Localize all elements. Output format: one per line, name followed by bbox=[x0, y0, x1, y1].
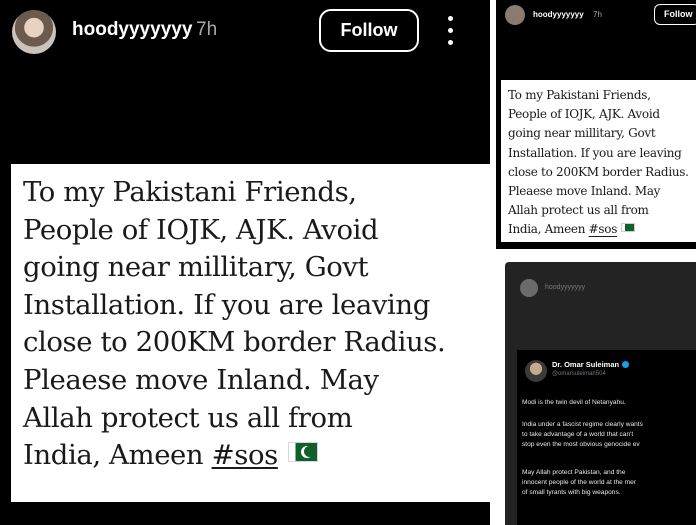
thumb-avatar bbox=[505, 5, 525, 25]
thumb-story-text: To my Pakistani Friends, People of IOJK,… bbox=[508, 86, 696, 240]
story-text: To my Pakistani Friends, People of IOJK,… bbox=[23, 174, 490, 475]
tweet-paragraph: May Allah protect Pakistan, and the inno… bbox=[522, 468, 636, 498]
post-time: 7h bbox=[196, 19, 218, 40]
text-line: Installation. If you are leaving bbox=[23, 288, 430, 321]
tweet-line: May Allah protect Pakistan, and the bbox=[522, 469, 626, 476]
thumb-follow-button: Follow bbox=[654, 4, 696, 25]
text-line: People of IOJK, AJK. Avoid bbox=[23, 213, 379, 246]
thumb-username: hoodyyyyyyy bbox=[533, 10, 584, 19]
pakistan-flag-icon bbox=[621, 223, 636, 233]
text-line: Pleaese move Inland. May bbox=[23, 363, 379, 396]
thumb2-username: hoodyyyyyyy bbox=[545, 284, 586, 291]
tweet-line: to take advantage of a world that can't bbox=[522, 431, 634, 438]
tweet-line: India under a fascist regime clearly wan… bbox=[522, 421, 643, 428]
verified-badge-icon bbox=[622, 361, 630, 368]
thumb-text-line: close to 200KM border Radius. bbox=[508, 164, 689, 179]
pakistan-flag-icon bbox=[287, 442, 318, 463]
thumb-text-line-last: India, Ameen #sos bbox=[508, 220, 696, 239]
follow-button[interactable]: Follow bbox=[319, 9, 419, 52]
thumb-text-card: To my Pakistani Friends, People of IOJK,… bbox=[501, 80, 696, 242]
tweet-line: stop even the most obvious genocide ev bbox=[522, 441, 640, 448]
thumbnail-story-bottom[interactable]: hoodyyyyyyy Dr. Omar Suleiman @omarsulei… bbox=[505, 262, 696, 525]
tweet-author-name: Dr. Omar Suleiman bbox=[552, 360, 620, 369]
text-line: close to 200KM border Radius. bbox=[23, 326, 446, 359]
tweet-line: of small tyrants with big weapons. bbox=[522, 489, 621, 496]
thumb-text-line: going near millitary, Govt bbox=[508, 126, 656, 141]
story-header: hoodyyyyyyy 7h Follow bbox=[0, 0, 490, 64]
text-line: Allah protect us all from bbox=[23, 401, 353, 434]
tweet-paragraph: Modi is the twin devil of Netanyahu. bbox=[522, 399, 626, 406]
tweet-author: Dr. Omar Suleiman bbox=[552, 360, 630, 369]
username[interactable]: hoodyyyyyyy bbox=[72, 19, 192, 41]
thumb-text-line: People of IOJK, AJK. Avoid bbox=[508, 107, 660, 122]
thumb-text-line: India, Ameen bbox=[508, 222, 589, 237]
thumb-text-line: To my Pakistani Friends, bbox=[508, 88, 651, 102]
tweet-handle: @omarsuleiman504 bbox=[552, 371, 606, 377]
thumb2-avatar bbox=[520, 279, 538, 297]
more-options-icon[interactable] bbox=[441, 14, 461, 48]
tweet-avatar bbox=[525, 360, 547, 382]
thumb-text-line: Allah protect us all from bbox=[508, 203, 649, 218]
hashtag-link[interactable]: #sos bbox=[212, 439, 279, 471]
text-line: To my Pakistani Friends, bbox=[23, 176, 357, 208]
thumb-text-line: Pleaese move Inland. May bbox=[508, 184, 661, 199]
tweet-paragraph: India under a fascist regime clearly wan… bbox=[522, 420, 643, 450]
tweet-screenshot: Dr. Omar Suleiman @omarsuleiman504 Modi … bbox=[517, 350, 696, 525]
thumb-text-line: Installation. If you are leaving bbox=[508, 145, 682, 160]
main-story-panel: hoodyyyyyyy 7h Follow To my Pakistani Fr… bbox=[0, 0, 490, 525]
text-line-last: India, Ameen #sos bbox=[23, 437, 490, 475]
text-line: going near millitary, Govt bbox=[23, 251, 369, 284]
avatar[interactable] bbox=[12, 10, 56, 54]
thumb-hashtag: #sos bbox=[588, 222, 618, 237]
thumb-post-time: 7h bbox=[593, 10, 602, 19]
tweet-line: innocent people of the world at the mer bbox=[522, 479, 636, 486]
story-text-card: To my Pakistani Friends, People of IOJK,… bbox=[11, 164, 490, 502]
text-line: India, Ameen bbox=[23, 439, 212, 472]
thumbnail-story-top[interactable]: hoodyyyyyyy 7h Follow To my Pakistani Fr… bbox=[496, 0, 696, 249]
